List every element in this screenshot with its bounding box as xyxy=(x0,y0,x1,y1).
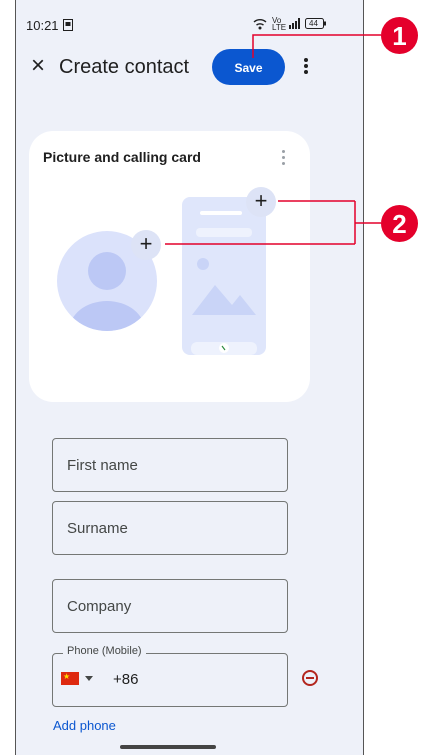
callout-lines xyxy=(165,34,381,245)
callout-2-badge: 2 xyxy=(381,205,418,242)
callout-1-badge: 1 xyxy=(381,17,418,54)
